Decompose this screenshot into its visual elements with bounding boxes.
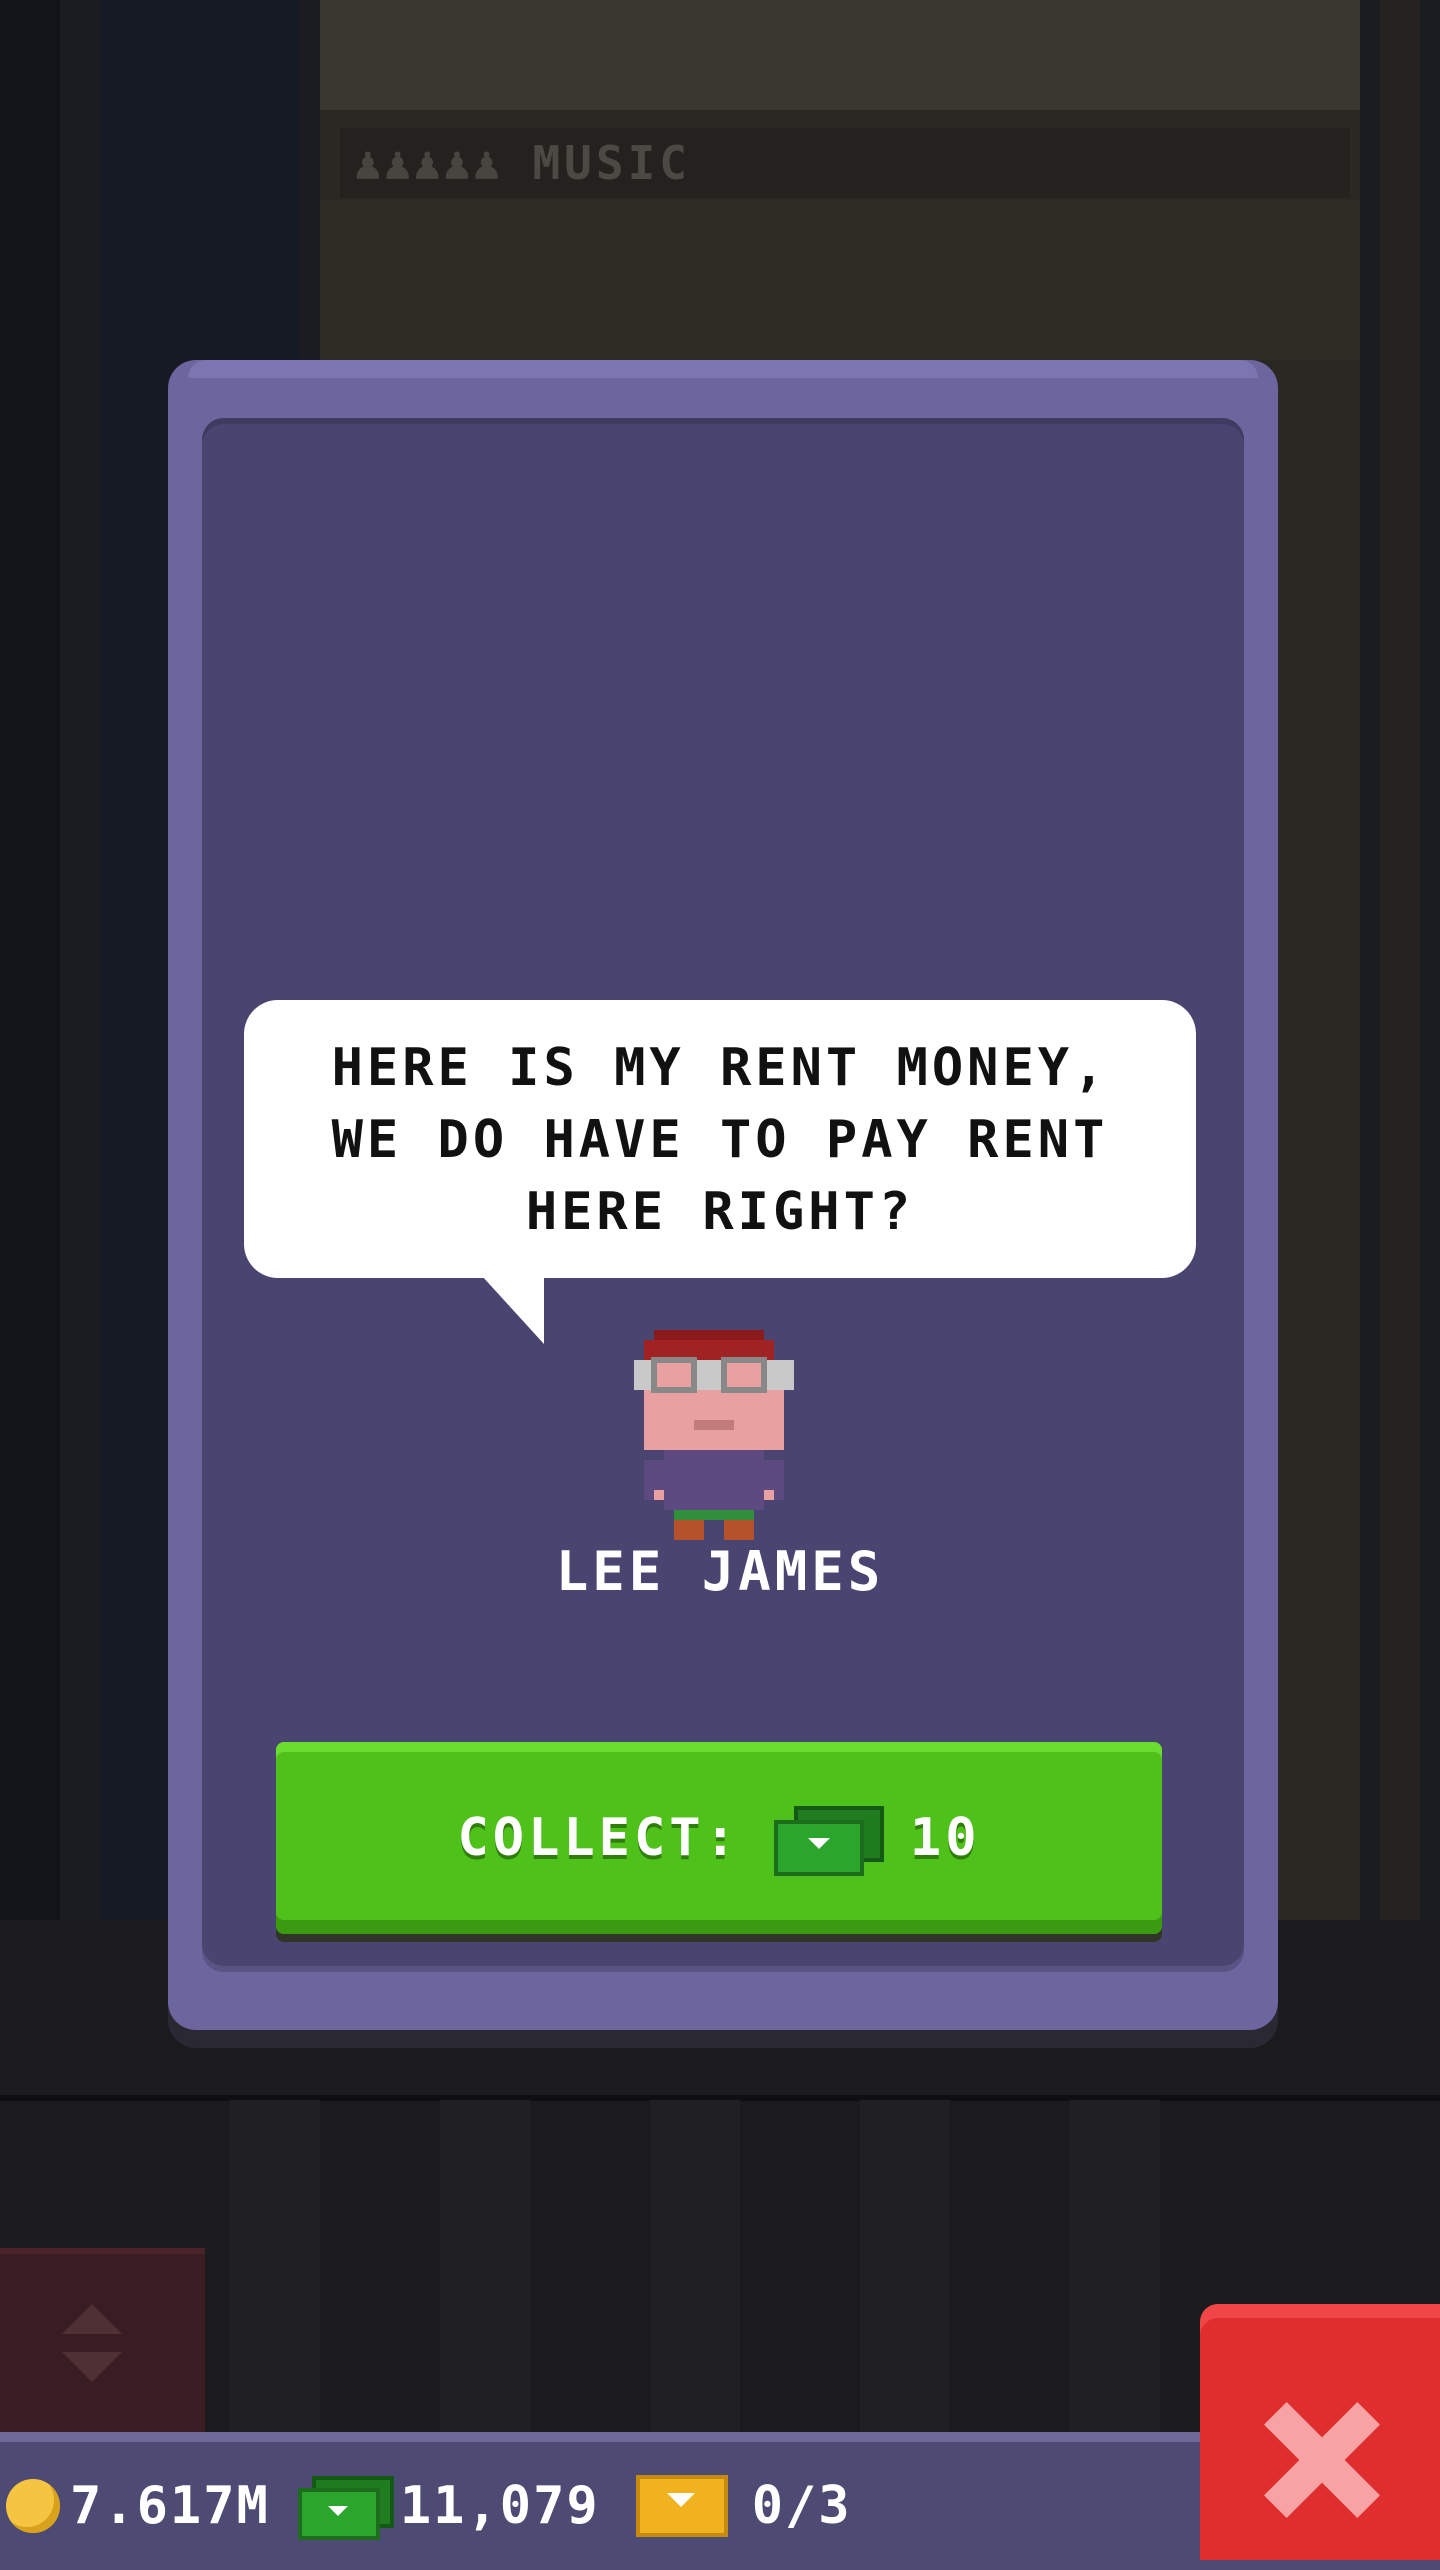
arrow-down-icon: [62, 2352, 122, 2382]
lobby-column: [1070, 2100, 1160, 2440]
floor-band-top: [320, 0, 1360, 110]
speech-bubble-tail: [482, 1276, 544, 1344]
lobby-column: [440, 2100, 530, 2440]
floor-band-2: [320, 200, 1360, 360]
close-icon: [1262, 2400, 1382, 2520]
coins-counter: 7.617M: [0, 2476, 270, 2536]
coins-value: 7.617M: [70, 2476, 270, 2536]
lobby-column: [230, 2100, 320, 2440]
bux-icon: [297, 2476, 394, 2540]
character-name: LEE JAMES: [555, 1540, 885, 1603]
right-pillar: [1380, 0, 1420, 1920]
bitizen-avatar: [634, 1330, 794, 1540]
collect-amount: 10: [909, 1808, 981, 1868]
dialog-highlight: [188, 360, 1258, 378]
lobby-column: [860, 2100, 950, 2440]
bux-counter: 11,079: [297, 2476, 600, 2540]
close-button[interactable]: [1200, 2304, 1440, 2560]
bux-value: 11,079: [399, 2476, 600, 2536]
collect-label: COLLECT:: [457, 1808, 740, 1868]
arrow-up-icon: [62, 2304, 122, 2334]
floor-name: MUSIC: [532, 136, 691, 190]
lobby-column: [650, 2100, 740, 2440]
coin-icon: [6, 2479, 60, 2533]
left-shaft: [0, 0, 60, 1920]
elevator-button[interactable]: [0, 2248, 205, 2434]
tickets-value: 0/3: [751, 2476, 852, 2536]
bux-icon: [773, 1806, 884, 1876]
speech-text: HERE IS MY RENT MONEY, WE DO HAVE TO PAY…: [331, 1038, 1109, 1242]
collect-button[interactable]: COLLECT: 10: [276, 1742, 1162, 1934]
speech-bubble: HERE IS MY RENT MONEY, WE DO HAVE TO PAY…: [244, 1000, 1196, 1278]
ticket-icon: [635, 2475, 728, 2537]
floor-label: ♟♟♟♟♟ MUSIC: [340, 128, 1350, 198]
tickets-counter: 0/3: [635, 2475, 852, 2537]
people-icons: ♟♟♟♟♟: [354, 136, 503, 190]
